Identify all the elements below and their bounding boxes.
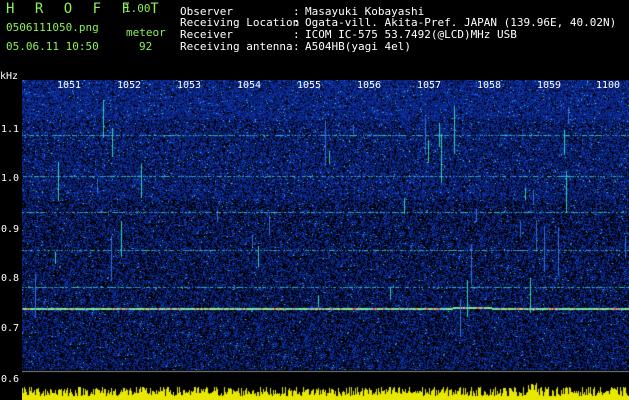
x-tick-label: 1054 [237, 80, 262, 91]
x-tick-label: 1100 [596, 80, 621, 91]
file-name: 0506111050.png [6, 21, 99, 34]
x-tick-label: 1057 [417, 80, 442, 91]
y-tick-label: 1.0 [1, 173, 20, 184]
x-tick-label: 1058 [477, 80, 502, 91]
info-antenna-label: Receiving antenna [180, 40, 293, 53]
x-tick-label: 1055 [297, 80, 322, 91]
timestamp: 05.06.11 10:50 [6, 40, 99, 53]
y-tick-label: 0.8 [1, 273, 20, 284]
y-tick-label: 0.6 [1, 374, 20, 385]
info-colon: : [293, 28, 300, 41]
spectrogram-canvas [22, 80, 629, 400]
info-receiver-value: ICOM IC-575 53.7492(@LCD)MHz USB [305, 28, 517, 41]
y-tick-label: 0.7 [1, 323, 20, 334]
x-tick-label: 1052 [117, 80, 142, 91]
info-colon: : [293, 40, 300, 53]
y-tick-label: 0.9 [1, 224, 20, 235]
info-antenna-value: A504HB(yagi 4el) [305, 40, 411, 53]
x-tick-label: 1059 [537, 80, 562, 91]
x-tick-label: 1053 [177, 80, 202, 91]
x-tick-label: 1051 [57, 80, 82, 91]
info-location-value: Ogata-vill. Akita-Pref. JAPAN (139.96E, … [305, 16, 617, 29]
meteor-label: meteor [126, 26, 166, 39]
x-tick-label: 1056 [357, 80, 382, 91]
meteor-count: 92 [139, 40, 153, 53]
y-tick-label: 1.1 [1, 124, 20, 135]
info-location-label: Receiving Location [180, 16, 300, 29]
info-receiver-label: Receiver [180, 28, 233, 41]
info-colon: : [293, 16, 300, 29]
y-unit-label: kHz [0, 71, 19, 82]
app-version: 1.00 [124, 2, 151, 15]
